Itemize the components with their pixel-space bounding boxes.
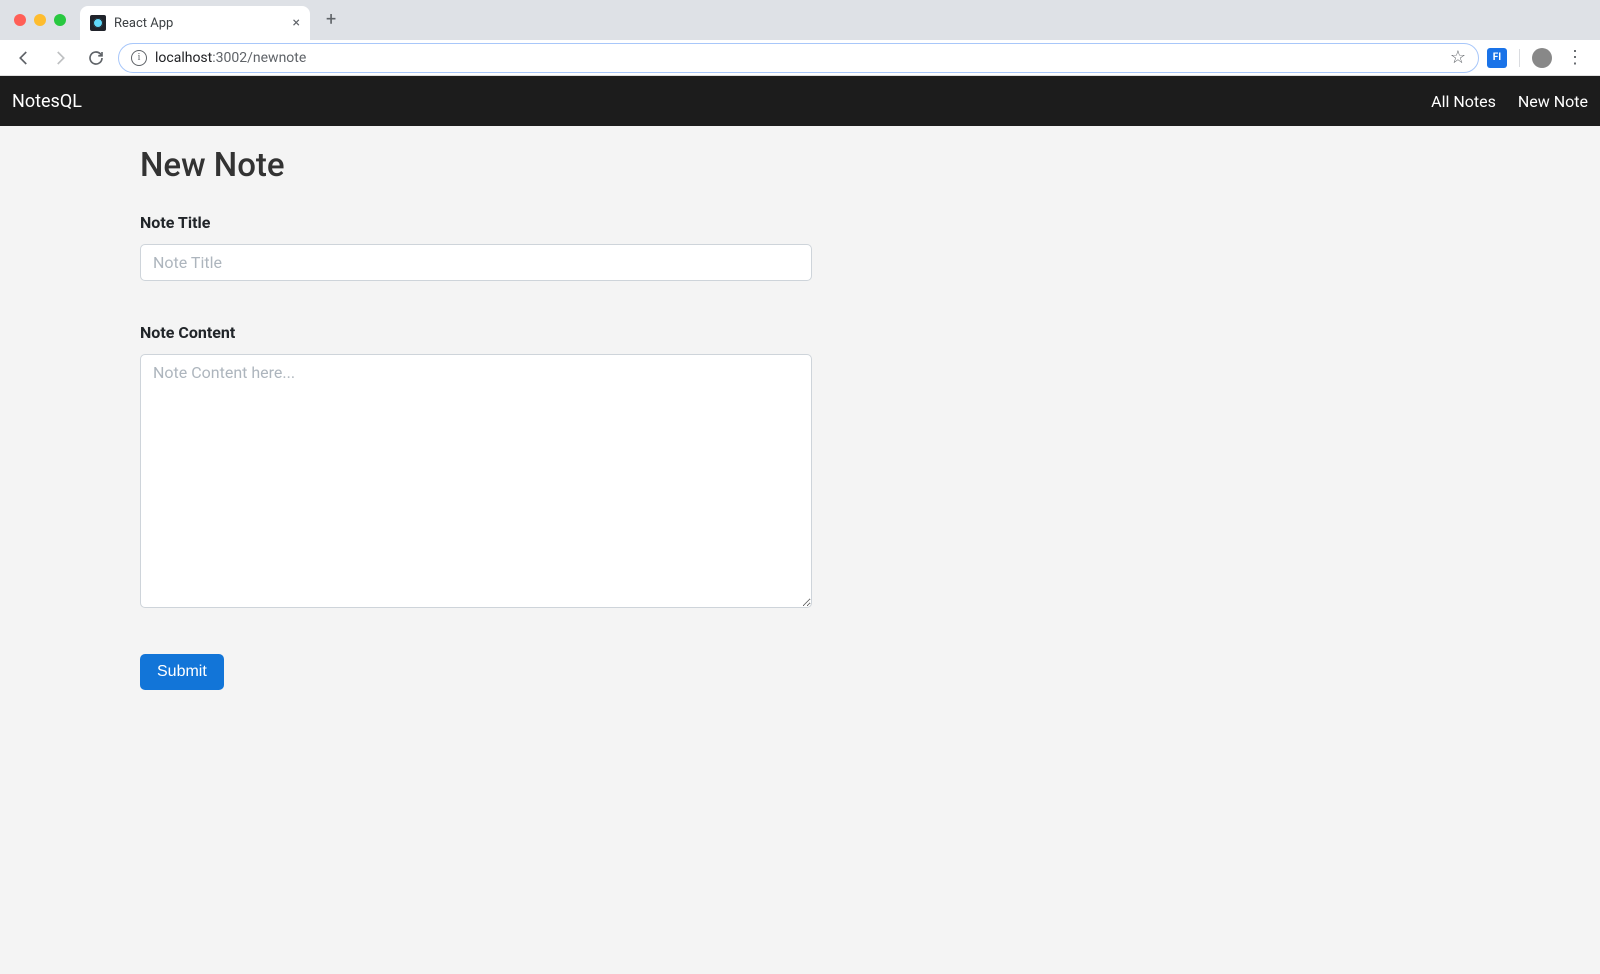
forward-button[interactable] bbox=[46, 44, 74, 72]
address-bar[interactable]: i localhost:3002/newnote ☆ bbox=[118, 43, 1479, 73]
reload-button[interactable] bbox=[82, 44, 110, 72]
bookmark-star-icon[interactable]: ☆ bbox=[1450, 47, 1466, 68]
nav-link-all-notes[interactable]: All Notes bbox=[1431, 92, 1496, 111]
window-controls bbox=[14, 14, 66, 26]
nav-links: All Notes New Note bbox=[1431, 92, 1588, 111]
arrow-right-icon bbox=[51, 49, 69, 67]
page-body: New Note Note Title Note Content Submit bbox=[0, 126, 1600, 974]
app-navbar: NotesQL All Notes New Note bbox=[0, 76, 1600, 126]
window-maximize-button[interactable] bbox=[54, 14, 66, 26]
note-content-textarea[interactable] bbox=[140, 354, 812, 608]
nav-link-new-note[interactable]: New Note bbox=[1518, 92, 1588, 111]
form-container: New Note Note Title Note Content Submit bbox=[140, 126, 812, 690]
browser-tab-strip: React App × + bbox=[0, 0, 1600, 40]
note-content-group: Note Content bbox=[140, 323, 812, 612]
note-content-label: Note Content bbox=[140, 323, 812, 342]
note-title-input[interactable] bbox=[140, 244, 812, 281]
tab-close-icon[interactable]: × bbox=[293, 15, 300, 31]
brand-logo[interactable]: NotesQL bbox=[12, 91, 82, 112]
toolbar-separator bbox=[1519, 49, 1520, 67]
window-close-button[interactable] bbox=[14, 14, 26, 26]
browser-toolbar: i localhost:3002/newnote ☆ FI ⋮ bbox=[0, 40, 1600, 76]
new-tab-button[interactable]: + bbox=[316, 5, 346, 34]
arrow-left-icon bbox=[15, 49, 33, 67]
site-info-icon[interactable]: i bbox=[131, 50, 147, 66]
note-title-label: Note Title bbox=[140, 213, 812, 232]
browser-tab-active[interactable]: React App × bbox=[80, 6, 310, 40]
url-path: :3002/newnote bbox=[212, 50, 306, 66]
react-favicon-icon bbox=[90, 15, 106, 31]
tab-title: React App bbox=[114, 16, 285, 31]
profile-avatar[interactable] bbox=[1532, 48, 1552, 68]
submit-button[interactable]: Submit bbox=[140, 654, 224, 690]
back-button[interactable] bbox=[10, 44, 38, 72]
page-title: New Note bbox=[140, 146, 812, 185]
reload-icon bbox=[87, 49, 105, 67]
browser-menu-button[interactable]: ⋮ bbox=[1560, 47, 1590, 68]
url-text: localhost:3002/newnote bbox=[155, 50, 1442, 66]
note-title-group: Note Title bbox=[140, 213, 812, 281]
window-minimize-button[interactable] bbox=[34, 14, 46, 26]
url-host: localhost bbox=[155, 50, 212, 66]
extension-badge[interactable]: FI bbox=[1487, 48, 1507, 68]
tab-region: React App × + bbox=[80, 0, 346, 40]
